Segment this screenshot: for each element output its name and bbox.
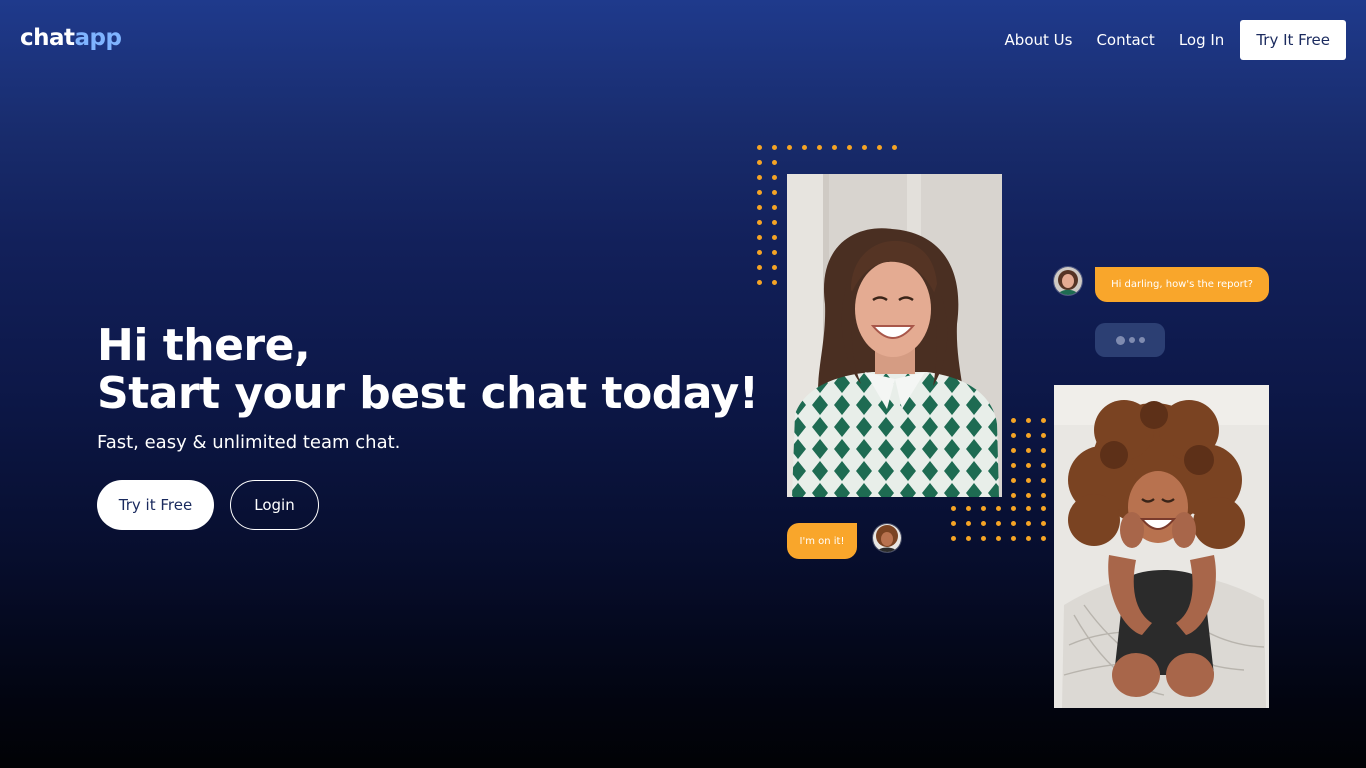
decorative-dot [772, 160, 787, 175]
decorative-dot [1026, 536, 1041, 551]
hero-title: Hi there, Start your best chat today! [97, 320, 759, 419]
hero-section: Hi there, Start your best chat today! Fa… [97, 320, 759, 530]
decorative-dot [981, 521, 996, 536]
main-nav: About Us Contact Log In Try It Free [1005, 20, 1346, 60]
avatar-woman-2 [873, 524, 901, 552]
hero-subtitle: Fast, easy & unlimited team chat. [97, 432, 401, 453]
hero-buttons: Try it Free Login [97, 480, 737, 530]
hero-title-line2: Start your best chat today! [97, 368, 759, 419]
decorative-dot [1011, 433, 1026, 448]
nav-try-it-free-button[interactable]: Try It Free [1240, 20, 1346, 60]
decorative-dot [892, 145, 907, 160]
decorative-dot [772, 205, 787, 220]
decorative-dot [1026, 433, 1041, 448]
decorative-dot [817, 145, 832, 160]
decorative-dot [757, 145, 772, 160]
typing-dot [1138, 337, 1145, 343]
decorative-dot [772, 145, 787, 160]
decorative-dot [772, 250, 787, 265]
logo-app-text: app [74, 25, 122, 51]
decorative-dot [966, 506, 981, 521]
chat-bubble-incoming: Hi darling, how's the report? [1095, 267, 1269, 302]
decorative-dot [757, 190, 772, 205]
decorative-dot [772, 235, 787, 250]
decorative-dot [996, 506, 1011, 521]
decorative-dot [772, 175, 787, 190]
decorative-dot [981, 506, 996, 521]
decorative-dot [1011, 536, 1026, 551]
decorative-dot [981, 536, 996, 551]
decorative-dot [951, 536, 966, 551]
decorative-dot [772, 280, 787, 295]
decorative-dot [772, 265, 787, 280]
nav-contact[interactable]: Contact [1096, 31, 1154, 49]
decorative-dots-left [757, 160, 787, 295]
nav-about-us[interactable]: About Us [1005, 31, 1073, 49]
login-button[interactable]: Login [230, 480, 319, 530]
decorative-dot [1026, 448, 1041, 463]
decorative-dot [832, 145, 847, 160]
decorative-dot [1026, 478, 1041, 493]
decorative-dot [862, 145, 877, 160]
hero-title-line1: Hi there, [97, 320, 311, 371]
decorative-dot [757, 205, 772, 220]
decorative-dot [1026, 418, 1041, 433]
decorative-dot [772, 190, 787, 205]
avatar-woman-1 [1054, 267, 1082, 295]
decorative-dot [787, 145, 802, 160]
photo-woman-laughing [1054, 385, 1269, 708]
decorative-dot [1011, 506, 1026, 521]
decorative-dot [996, 536, 1011, 551]
decorative-dot [966, 536, 981, 551]
decorative-dot [847, 145, 862, 160]
decorative-dot [772, 220, 787, 235]
typing-dot [1128, 337, 1135, 343]
decorative-dot [757, 175, 772, 190]
decorative-dot [951, 521, 966, 536]
decorative-dot [757, 250, 772, 265]
decorative-dot [1011, 463, 1026, 478]
decorative-dots-right [1011, 418, 1056, 508]
decorative-dot [1011, 521, 1026, 536]
decorative-dot [1026, 521, 1041, 536]
decorative-dot [1011, 418, 1026, 433]
decorative-dot [1026, 506, 1041, 521]
decorative-dots-bottom [951, 506, 1056, 551]
decorative-dot [757, 220, 772, 235]
try-it-free-button[interactable]: Try it Free [97, 480, 214, 530]
logo-chat-text: chat [20, 25, 75, 51]
nav-log-in[interactable]: Log In [1179, 31, 1225, 49]
decorative-dot [802, 145, 817, 160]
decorative-dot [1011, 478, 1026, 493]
typing-indicator [1095, 323, 1165, 357]
decorative-dot [951, 506, 966, 521]
ellipsis-dots-icon [1115, 335, 1125, 345]
chat-bubble-outgoing: I'm on it! [787, 523, 857, 559]
decorative-dot [1026, 463, 1041, 478]
decorative-dot [996, 521, 1011, 536]
decorative-dots-top [757, 145, 907, 160]
photo-woman-smiling [787, 174, 1002, 497]
decorative-dot [757, 235, 772, 250]
chatapp-logo[interactable]: chatapp [20, 24, 122, 52]
decorative-dot [757, 265, 772, 280]
decorative-dot [1011, 448, 1026, 463]
decorative-dot [757, 280, 772, 295]
decorative-dot [877, 145, 892, 160]
decorative-dot [966, 521, 981, 536]
decorative-dot [757, 160, 772, 175]
